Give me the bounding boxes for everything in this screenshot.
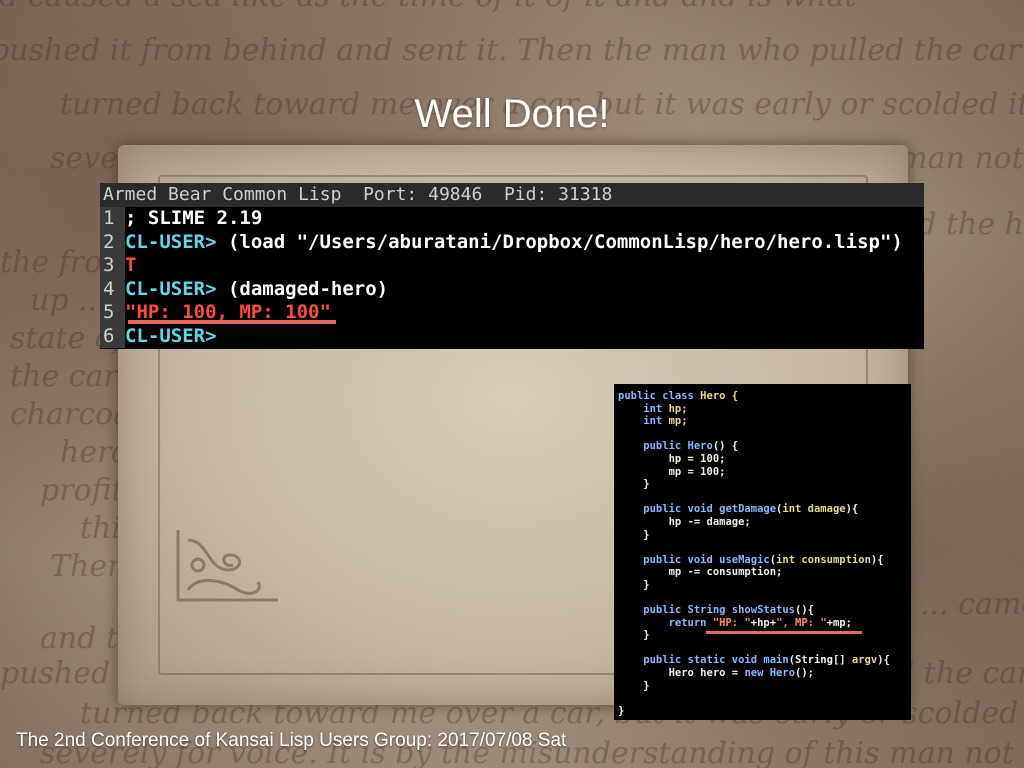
line-number: 5 (100, 301, 125, 325)
code-line: int mp; (618, 415, 688, 428)
corner-ornament-icon (176, 530, 278, 602)
code-line: public Hero() { (618, 440, 739, 453)
code-line: hp -= damage; (618, 515, 751, 528)
repl-input: (load "/Users/aburatani/Dropbox/CommonLi… (216, 230, 903, 253)
repl-input: (damaged-hero) (216, 277, 389, 300)
result-highlight-underline (128, 320, 336, 324)
repl-line: 4 CL-USER> (damaged-hero) (100, 277, 924, 301)
repl-prompt: CL-USER> (125, 230, 217, 253)
code-line: } (618, 578, 650, 591)
repl-prompt: CL-USER> (125, 277, 217, 300)
code-line: return "HP: "+hp+", MP: "+mp; (618, 616, 852, 629)
code-line: public void getDamage(int damage){ (618, 503, 859, 516)
code-line: int hp; (618, 402, 688, 415)
code-line: } (618, 679, 650, 692)
line-number: 1 (100, 207, 125, 231)
repl-line: 1; SLIME 2.19 (100, 207, 924, 231)
line-number: 6 (100, 324, 125, 348)
code-line: public static void main(String[] argv){ (618, 654, 890, 667)
code-line: } (618, 704, 625, 717)
repl-result: T (125, 254, 137, 276)
repl-line: 2 CL-USER> (load "/Users/aburatani/Dropbo… (100, 230, 924, 254)
repl-prompt[interactable]: CL-USER> (125, 325, 217, 347)
code-line: } (618, 528, 650, 541)
return-highlight-underline (706, 631, 862, 634)
slide-footer: The 2nd Conference of Kansai Lisp Users … (16, 730, 567, 751)
line-number: 3 (100, 254, 125, 278)
code-line: Hero hero = new Hero(); (618, 667, 814, 680)
code-line: hp = 100; (618, 452, 726, 465)
slime-repl-window: Armed Bear Common Lisp Port: 49846 Pid: … (100, 183, 924, 349)
repl-line: 3T (100, 254, 924, 278)
repl-text: ; SLIME 2.19 (125, 207, 263, 229)
line-number: 4 (100, 277, 125, 301)
java-code-screenshot: public class Hero { int hp; int mp; publ… (614, 384, 911, 720)
code-line: public String showStatus(){ (618, 604, 814, 617)
slide-title: Well Done! (414, 92, 610, 136)
code-line: mp = 100; (618, 465, 726, 478)
repl-line[interactable]: 6 CL-USER> (100, 324, 924, 348)
code-line: mp -= consumption; (618, 566, 783, 579)
code-line: public void useMagic(int consumption){ (618, 553, 884, 566)
code-line: } (618, 478, 650, 491)
code-line: public class Hero { (618, 390, 739, 402)
repl-header: Armed Bear Common Lisp Port: 49846 Pid: … (100, 183, 924, 207)
line-number: 2 (100, 230, 125, 254)
